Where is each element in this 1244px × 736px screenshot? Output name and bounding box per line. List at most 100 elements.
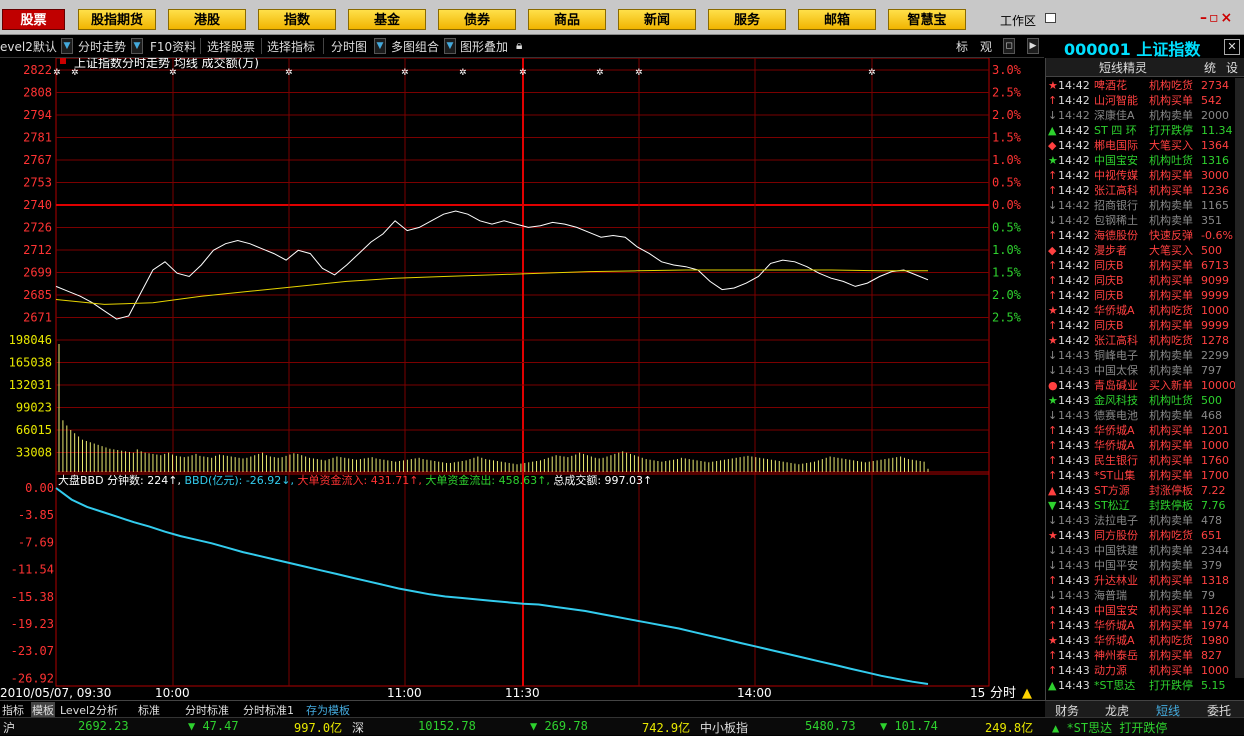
signal-row[interactable]: ↓ 14:43 海普瑞 机构卖单 79 xyxy=(1046,588,1244,603)
signal-row[interactable]: ★ 14:42 中国宝安 机构吐货 1316 xyxy=(1046,153,1244,168)
signal-row[interactable]: ★ 14:42 啤酒花 机构吃货 2734 xyxy=(1046,78,1244,93)
signal-row[interactable]: ● 14:43 青岛碱业 买入新单 10000 xyxy=(1046,378,1244,393)
signal-row[interactable]: ↑ 14:42 山河智能 机构买单 542 xyxy=(1046,93,1244,108)
menu-item-1[interactable]: 股指期货 xyxy=(78,9,156,30)
signal-row[interactable]: ↓ 14:43 中国铁建 机构卖单 2344 xyxy=(1046,543,1244,558)
tab-save-template[interactable]: 存为模板 xyxy=(306,702,350,718)
close-icon[interactable]: ✕ xyxy=(1224,39,1240,55)
lock-icon[interactable]: 🔒︎ xyxy=(516,38,522,53)
menu-item-9[interactable]: 邮箱 xyxy=(798,9,876,30)
signal-name: 同庆B xyxy=(1094,274,1124,287)
signal-row[interactable]: ↑ 14:42 中视传媒 机构买单 3000 xyxy=(1046,168,1244,183)
signal-row[interactable]: ↓ 14:43 法拉电子 机构卖单 478 xyxy=(1046,513,1244,528)
time-axis-label: 14:00 xyxy=(737,686,772,700)
tab-level2-analysis[interactable]: Level2分析 xyxy=(60,702,118,718)
signal-row[interactable]: ↑ 14:43 神州泰岳 机构买单 827 xyxy=(1046,648,1244,663)
menu-item-3[interactable]: 指数 xyxy=(258,9,336,30)
signal-row[interactable]: ▲ 14:43 *ST思达 打开跌停 5.15 xyxy=(1046,678,1244,693)
tab-intraday-standard[interactable]: 分时标准 xyxy=(185,702,229,718)
intraday-dropdown-icon[interactable]: ▼ xyxy=(131,38,143,54)
signal-value: 1126 xyxy=(1201,604,1229,617)
signal-row[interactable]: ★ 14:42 张江高科 机构吃货 1278 xyxy=(1046,333,1244,348)
toolbar-item-multi-chart[interactable]: 多图组合 xyxy=(391,38,439,55)
window-controls[interactable]: –▫× xyxy=(1200,10,1234,26)
menu-item-0[interactable]: 股票 xyxy=(2,9,65,30)
toolbar-view-button[interactable]: 观 xyxy=(980,38,992,55)
toolbar-item-intraday[interactable]: 分时走势 xyxy=(78,38,126,55)
signal-time: 14:43 xyxy=(1058,574,1090,587)
signal-mark: ↓ xyxy=(1048,514,1058,527)
tab-intraday-standard-1[interactable]: 分时标准1 xyxy=(243,702,294,718)
chart-type-dropdown-icon[interactable]: ▼ xyxy=(374,38,386,54)
toolbar-item-select-indicator[interactable]: 选择指标 xyxy=(267,38,315,55)
signal-row[interactable]: ↓ 14:42 深康佳A 机构卖单 2000 xyxy=(1046,108,1244,123)
menu-item-10[interactable]: 智慧宝 xyxy=(888,9,966,30)
index-name: 上证指数 xyxy=(1136,40,1201,59)
menu-item-4[interactable]: 基金 xyxy=(348,9,426,30)
signal-row[interactable]: ↑ 14:42 同庆B 机构买单 9999 xyxy=(1046,318,1244,333)
window-restore-icon[interactable]: ◻ xyxy=(1003,38,1015,54)
signal-row[interactable]: ↓ 14:42 包钢稀土 机构卖单 351 xyxy=(1046,213,1244,228)
signal-value: 797 xyxy=(1201,364,1222,377)
signal-row[interactable]: ↑ 14:43 *ST山集 机构买单 1700 xyxy=(1046,468,1244,483)
level2-dropdown-icon[interactable]: ▼ xyxy=(61,38,73,54)
level2-selector[interactable]: evel2默认 xyxy=(0,38,57,55)
tab-indicator[interactable]: 指标 xyxy=(2,702,24,718)
signal-row[interactable]: ★ 14:43 金风科技 机构吐货 500 xyxy=(1046,393,1244,408)
price-tick-label: 2794 xyxy=(23,108,52,122)
signal-row[interactable]: ↑ 14:43 升达林业 机构买单 1318 xyxy=(1046,573,1244,588)
toolbar-item-f10[interactable]: F10资料 xyxy=(150,38,196,55)
intraday-chart[interactable]: 2822 2808 2794 2781 2767 2753 2740 2726 2712 2699… xyxy=(0,58,1045,700)
multi-chart-dropdown-icon[interactable]: ▼ xyxy=(444,38,456,54)
signal-row[interactable]: ↓ 14:43 中国太保 机构卖单 797 xyxy=(1046,363,1244,378)
menu-item-7[interactable]: 新闻 xyxy=(618,9,696,30)
signal-row[interactable]: ▲ 14:43 ST方源 封涨停板 7.22 xyxy=(1046,483,1244,498)
tab-template[interactable]: 模板 xyxy=(31,702,55,718)
signal-row[interactable]: ▼ 14:43 ST松辽 封跌停板 7.76 xyxy=(1046,498,1244,513)
signal-row[interactable]: ★ 14:42 华侨城A 机构吃货 1000 xyxy=(1046,303,1244,318)
toolbar-mark-button[interactable]: 标 xyxy=(956,38,968,55)
toolbar-item-overlay[interactable]: 图形叠加 xyxy=(460,38,508,55)
menu-item-2[interactable]: 港股 xyxy=(168,9,246,30)
signal-row[interactable]: ★ 14:43 华侨城A 机构吃货 1980 xyxy=(1046,633,1244,648)
signal-row[interactable]: ↑ 14:43 民生银行 机构买单 1760 xyxy=(1046,453,1244,468)
signal-row[interactable]: ↓ 14:43 中国平安 机构卖单 379 xyxy=(1046,558,1244,573)
tab-standard[interactable]: 标准 xyxy=(138,702,160,718)
signal-action: 机构卖单 xyxy=(1149,109,1193,122)
toolbar-item-select-stock[interactable]: 选择股票 xyxy=(207,38,255,55)
signal-row[interactable]: ↑ 14:42 同庆B 机构买单 9099 xyxy=(1046,273,1244,288)
sz-change: ▼ 269.78 xyxy=(530,719,588,733)
signal-row[interactable]: ↑ 14:42 同庆B 机构买单 6713 xyxy=(1046,258,1244,273)
signal-row[interactable]: ◆ 14:42 郴电国际 大笔买入 1364 xyxy=(1046,138,1244,153)
signal-row[interactable]: ▲ 14:42 ST 四 环打开跌停 11.34 xyxy=(1046,123,1244,138)
workarea-label[interactable]: 工作区 xyxy=(1000,12,1036,29)
scrollbar[interactable] xyxy=(1235,78,1244,678)
panel-toggle-icon[interactable]: ▶ xyxy=(1027,38,1039,54)
signal-row[interactable]: ↓ 14:42 招商银行 机构卖单 1165 xyxy=(1046,198,1244,213)
signal-name: 同庆B xyxy=(1094,259,1124,272)
signal-row[interactable]: ↑ 14:43 华侨城A 机构买单 1974 xyxy=(1046,618,1244,633)
settings-button[interactable]: 设 xyxy=(1226,59,1238,76)
menu-item-5[interactable]: 债券 xyxy=(438,9,516,30)
signal-row[interactable]: ★ 14:43 同方股份 机构吃货 651 xyxy=(1046,528,1244,543)
signal-value: 1000 xyxy=(1201,664,1229,677)
signal-row[interactable]: ↓ 14:43 德赛电池 机构卖单 468 xyxy=(1046,408,1244,423)
signal-row[interactable]: ↑ 14:43 中国宝安 机构买单 1126 xyxy=(1046,603,1244,618)
signal-row[interactable]: ↑ 14:42 海德股份 快速反弹 -0.6% xyxy=(1046,228,1244,243)
menu-item-6[interactable]: 商品 xyxy=(528,9,606,30)
signal-mark: ↑ xyxy=(1048,424,1058,437)
signal-row[interactable]: ↑ 14:43 动力源 机构买单 1000 xyxy=(1046,663,1244,678)
stats-button[interactable]: 统 xyxy=(1204,59,1216,76)
signal-row[interactable]: ↑ 14:43 华侨城A 机构买单 1000 xyxy=(1046,438,1244,453)
signal-row[interactable]: ↑ 14:43 华侨城A 机构买单 1201 xyxy=(1046,423,1244,438)
signal-row[interactable]: ◆ 14:42 漫步者 大笔买入 500 xyxy=(1046,243,1244,258)
toolbar-item-chart-type[interactable]: 分时图 xyxy=(331,38,367,55)
signal-row[interactable]: ↑ 14:42 同庆B 机构买单 9999 xyxy=(1046,288,1244,303)
signal-row[interactable]: ↓ 14:43 铜峰电子 机构卖单 2299 xyxy=(1046,348,1244,363)
menu-item-8[interactable]: 服务 xyxy=(708,9,786,30)
signal-value: 500 xyxy=(1201,394,1222,407)
signal-row[interactable]: ↑ 14:42 张江高科 机构买单 1236 xyxy=(1046,183,1244,198)
mail-icon[interactable] xyxy=(1045,13,1056,23)
signal-time: 14:43 xyxy=(1058,559,1090,572)
panel-tab-title[interactable]: 短线精灵 xyxy=(1099,59,1147,76)
